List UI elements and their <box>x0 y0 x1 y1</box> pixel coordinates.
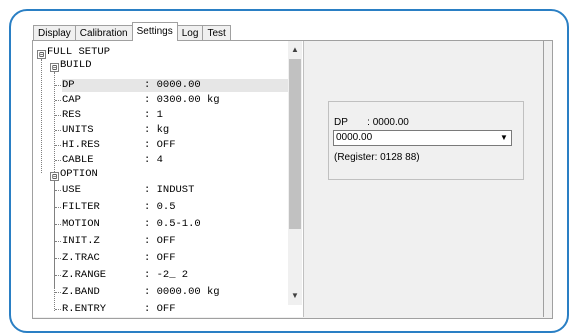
tree-item-dp[interactable]: DP : 0000.00 <box>62 79 302 92</box>
panel-edge <box>543 41 550 317</box>
tree-line <box>55 275 61 276</box>
tree-item-key: DP <box>62 79 75 91</box>
tree-item-res[interactable]: RES : 1 <box>62 109 302 122</box>
tab-strip: Display Calibration Settings Log Test <box>33 22 231 41</box>
collapse-icon[interactable]: ⊟ <box>50 172 59 181</box>
tree-root[interactable]: FULL SETUP <box>47 46 110 59</box>
tree-item-value: : INDUST <box>144 184 195 196</box>
tree-line <box>55 115 61 116</box>
dp-select[interactable]: 0000.00 ▼ <box>333 130 512 146</box>
tab-log[interactable]: Log <box>176 25 204 41</box>
collapse-icon[interactable]: ⊟ <box>50 63 59 72</box>
tree-line <box>55 207 61 208</box>
tree-line <box>55 85 61 86</box>
tree-item-cable[interactable]: CABLE : 4 <box>62 154 302 167</box>
tree-item-z-band[interactable]: Z.BAND : 0000.00 kg <box>62 286 302 299</box>
tree-item-use[interactable]: USE : INDUST <box>62 184 302 197</box>
tab-display[interactable]: Display <box>33 25 76 41</box>
tree-item-key: Z.BAND <box>62 286 100 298</box>
tree-line <box>55 241 61 242</box>
tree-item-units[interactable]: UNITS : kg <box>62 124 302 137</box>
tree-item-key: UNITS <box>62 124 94 136</box>
tree-item-value: : 4 <box>144 154 163 166</box>
tree-item-key: MOTION <box>62 218 100 230</box>
tree-group-option[interactable]: OPTION <box>60 168 98 181</box>
tree-item-value: : 0000.00 <box>144 79 201 91</box>
tab-test[interactable]: Test <box>202 25 231 41</box>
tree-item-key: RES <box>62 109 81 121</box>
tree-item-cap[interactable]: CAP : 0300.00 kg <box>62 94 302 107</box>
tree-item-z-trac[interactable]: Z.TRAC : OFF <box>62 252 302 265</box>
scroll-down-arrow-icon[interactable]: ▼ <box>288 289 302 303</box>
tree-item-value: : 1 <box>144 109 163 121</box>
scrollbar-thumb[interactable] <box>289 59 301 229</box>
tree-item-hi-res[interactable]: HI.RES : OFF <box>62 139 302 152</box>
tree-line <box>55 130 61 131</box>
tree-item-key: R.ENTRY <box>62 303 107 315</box>
tree-line <box>55 224 61 225</box>
tree-group-label: OPTION <box>60 168 98 180</box>
tree-line <box>41 59 42 173</box>
tree-item-value: : 0000.00 kg <box>144 286 220 298</box>
tab-settings[interactable]: Settings <box>131 22 178 41</box>
tree-item-key: HI.RES <box>62 139 100 151</box>
tree-line <box>55 100 61 101</box>
tree-item-key: USE <box>62 184 81 196</box>
tree-line <box>55 190 61 191</box>
tab-calibration[interactable]: Calibration <box>74 25 133 41</box>
scroll-up-arrow-icon[interactable]: ▲ <box>288 43 302 57</box>
tree-item-key: INIT.Z <box>62 235 100 247</box>
register-text: (Register: 0128 88) <box>334 152 420 163</box>
tree-item-value: : kg <box>144 124 170 136</box>
tree-item-value: : OFF <box>144 139 176 151</box>
tree-root-label: FULL SETUP <box>47 46 111 58</box>
tree-item-key: FILTER <box>62 201 100 213</box>
tree-item-key: Z.RANGE <box>62 269 107 281</box>
tree-item-key: Z.TRAC <box>62 252 100 264</box>
tree-group-label: BUILD <box>60 59 92 71</box>
tree-item-r-entry[interactable]: R.ENTRY : OFF <box>62 303 302 316</box>
collapse-icon[interactable]: ⊟ <box>37 50 46 59</box>
tree-item-value: : 0300.00 kg <box>144 94 220 106</box>
tree-item-motion[interactable]: MOTION : 0.5-1.0 <box>62 218 302 231</box>
chevron-down-icon[interactable]: ▼ <box>497 131 511 145</box>
tree-line <box>55 145 61 146</box>
tree-item-key: CABLE <box>62 154 94 166</box>
tree-item-value: : OFF <box>144 235 176 247</box>
tree-item-value: : OFF <box>144 303 176 315</box>
tree-group-build[interactable]: BUILD <box>60 59 92 72</box>
tree-line <box>55 258 61 259</box>
tree-item-filter[interactable]: FILTER : 0.5 <box>62 201 302 214</box>
dp-select-value: 0000.00 <box>336 132 373 143</box>
detail-label: DP : 0000.00 <box>334 117 409 128</box>
tree-item-value: : 0.5-1.0 <box>144 218 201 230</box>
tree-item-value: : 0.5 <box>144 201 176 213</box>
tree-line <box>55 160 61 161</box>
tree-item-value: : -2_ 2 <box>144 269 189 281</box>
tree-item-key: CAP <box>62 94 81 106</box>
settings-tree[interactable]: ⊟ FULL SETUP ⊟ BUILD DP : 0000.00 CAP : … <box>33 41 304 317</box>
tree-item-value: : OFF <box>144 252 176 264</box>
tree-item-z-range[interactable]: Z.RANGE : -2_ 2 <box>62 269 302 282</box>
tree-line <box>55 309 61 310</box>
tree-item-init-z[interactable]: INIT.Z : OFF <box>62 235 302 248</box>
tree-line <box>55 292 61 293</box>
